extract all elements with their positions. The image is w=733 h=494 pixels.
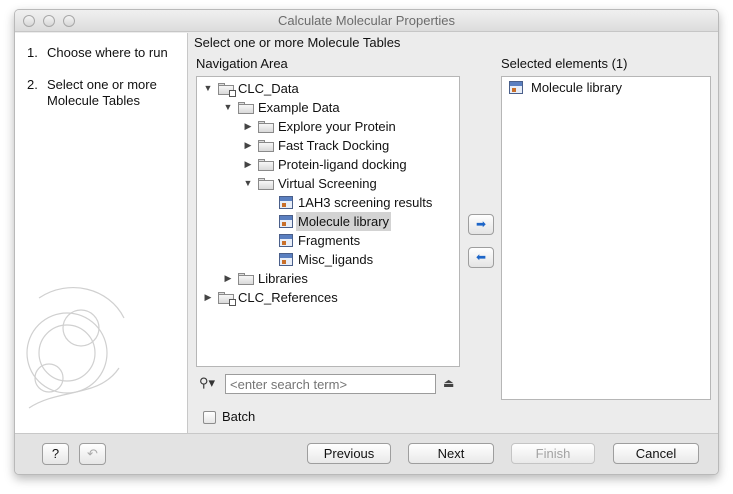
tree-item-clc-references[interactable]: ▶ CLC_References [197,288,459,307]
tree-item-virtual-screening[interactable]: ▼ Virtual Screening [197,174,459,193]
batch-label: Batch [222,409,256,424]
arrow-right-icon: ➡ [475,217,487,231]
folder-icon [258,140,274,152]
instruction-text: Select one or more Molecule Tables [194,35,401,50]
clear-search-icon[interactable]: ⏏ [443,376,454,390]
molecule-table-icon [279,234,293,247]
step-choose-where-to-run: 1. Choose where to run [27,45,168,60]
tree-item-protein-ligand-docking[interactable]: ▶ Protein-ligand docking [197,155,459,174]
molecule-table-icon [509,81,523,94]
navigation-tree[interactable]: ▼ CLC_Data ▼ Example Data ▶ Explore your… [196,76,460,367]
tree-item-molecule-library[interactable]: Molecule library [197,212,459,231]
server-folder-icon [218,292,236,306]
selected-elements-list[interactable]: Molecule library [501,76,711,400]
search-input[interactable] [225,374,436,394]
tree-item-fragments[interactable]: Fragments [197,231,459,250]
molecule-table-icon [279,196,293,209]
folder-icon [238,273,254,285]
expand-triangle-icon[interactable]: ▼ [223,98,233,117]
collapse-triangle-icon[interactable]: ▶ [243,155,253,174]
finish-button[interactable]: Finish [511,443,595,464]
tree-item-example-data[interactable]: ▼ Example Data [197,98,459,117]
expand-triangle-icon[interactable]: ▼ [203,79,213,98]
decorative-swirl-logo [26,287,125,409]
collapse-triangle-icon[interactable]: ▶ [203,288,213,307]
tree-item-explore-your-protein[interactable]: ▶ Explore your Protein [197,117,459,136]
title-bar: Calculate Molecular Properties [15,10,718,32]
collapse-triangle-icon[interactable]: ▶ [223,269,233,288]
tree-item-clc-data[interactable]: ▼ CLC_Data [197,79,459,98]
selected-item-molecule-library[interactable]: Molecule library [502,78,710,97]
folder-icon [258,121,274,133]
folder-icon [258,159,274,171]
expand-triangle-icon[interactable]: ▼ [243,174,253,193]
window-title: Calculate Molecular Properties [277,13,456,28]
batch-checkbox[interactable] [203,411,216,424]
help-button[interactable]: ? [42,443,69,465]
tree-item-libraries[interactable]: ▶ Libraries [197,269,459,288]
selected-elements-heading: Selected elements (1) [501,56,628,71]
step-select-molecule-tables: 2. Select one or more Molecule Tables [27,77,157,108]
dialog-window: Calculate Molecular Properties 1. Choose… [14,9,719,475]
molecule-table-icon [279,215,293,228]
tree-item-misc-ligands[interactable]: Misc_ligands [197,250,459,269]
collapse-triangle-icon[interactable]: ▶ [243,136,253,155]
restore-defaults-button[interactable]: ↶ [79,443,106,465]
folder-icon [258,178,274,190]
reset-icon: ↶ [87,446,98,461]
collapse-triangle-icon[interactable]: ▶ [243,117,253,136]
previous-button[interactable]: Previous [307,443,391,464]
search-icon[interactable]: ⚲▾ [199,375,215,391]
cancel-button[interactable]: Cancel [613,443,699,464]
dialog-footer: ? ↶ Previous Next Finish Cancel [15,433,718,474]
tree-item-fast-track-docking[interactable]: ▶ Fast Track Docking [197,136,459,155]
add-to-selected-button[interactable]: ➡ [468,214,494,235]
navigation-area-heading: Navigation Area [196,56,288,71]
arrow-left-icon: ⬅ [475,250,487,264]
wizard-steps-panel: 1. Choose where to run 2. Select one or … [15,33,188,433]
molecule-table-icon [279,253,293,266]
tree-item-1ah3-screening-results[interactable]: 1AH3 screening results [197,193,459,212]
next-button[interactable]: Next [408,443,494,464]
remove-from-selected-button[interactable]: ⬅ [468,247,494,268]
server-folder-icon [218,83,236,97]
folder-icon [238,102,254,114]
